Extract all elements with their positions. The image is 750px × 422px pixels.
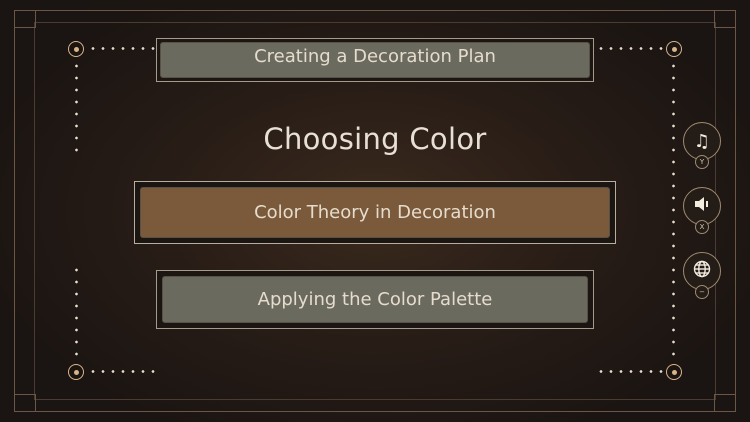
section-title: Choosing Color [263, 122, 487, 156]
menu-item-face: Creating a Decoration Plan [160, 42, 590, 78]
dotted-line-right [672, 60, 675, 360]
menu-item-face: Color Theory in Decoration [140, 187, 610, 238]
speaker-icon [693, 196, 711, 217]
globe-icon [693, 260, 711, 283]
button-hint-minus: − [695, 285, 709, 299]
menu-item-label: Applying the Color Palette [257, 289, 493, 310]
corner-ring-icon [68, 41, 84, 57]
button-hint-x: X [695, 220, 709, 234]
music-note-icon: ♫ [693, 130, 711, 152]
corner-notch-bl [14, 394, 36, 412]
menu-item-color-theory[interactable]: Color Theory in Decoration [134, 181, 616, 244]
corner-ring-icon [666, 364, 682, 380]
corner-notch-br [714, 394, 736, 412]
corner-ring-icon [666, 41, 682, 57]
corner-notch-tl [14, 10, 36, 28]
menu-item-creating-decoration-plan[interactable]: Creating a Decoration Plan [156, 38, 594, 82]
menu-item-face: Applying the Color Palette [162, 276, 588, 323]
button-hint-y: Y [695, 155, 709, 169]
corner-notch-tr [714, 10, 736, 28]
dotted-line-top-right [596, 47, 666, 50]
corner-ring-icon [68, 364, 84, 380]
dotted-line-bottom-right [596, 370, 666, 373]
menu-item-applying-palette[interactable]: Applying the Color Palette [156, 270, 594, 329]
dotted-line-bottom-left [88, 370, 158, 373]
menu-item-label: Creating a Decoration Plan [254, 46, 496, 67]
dotted-line-left-lower [75, 264, 78, 360]
dotted-line-top-left [88, 47, 158, 50]
menu-item-label: Color Theory in Decoration [254, 202, 496, 223]
